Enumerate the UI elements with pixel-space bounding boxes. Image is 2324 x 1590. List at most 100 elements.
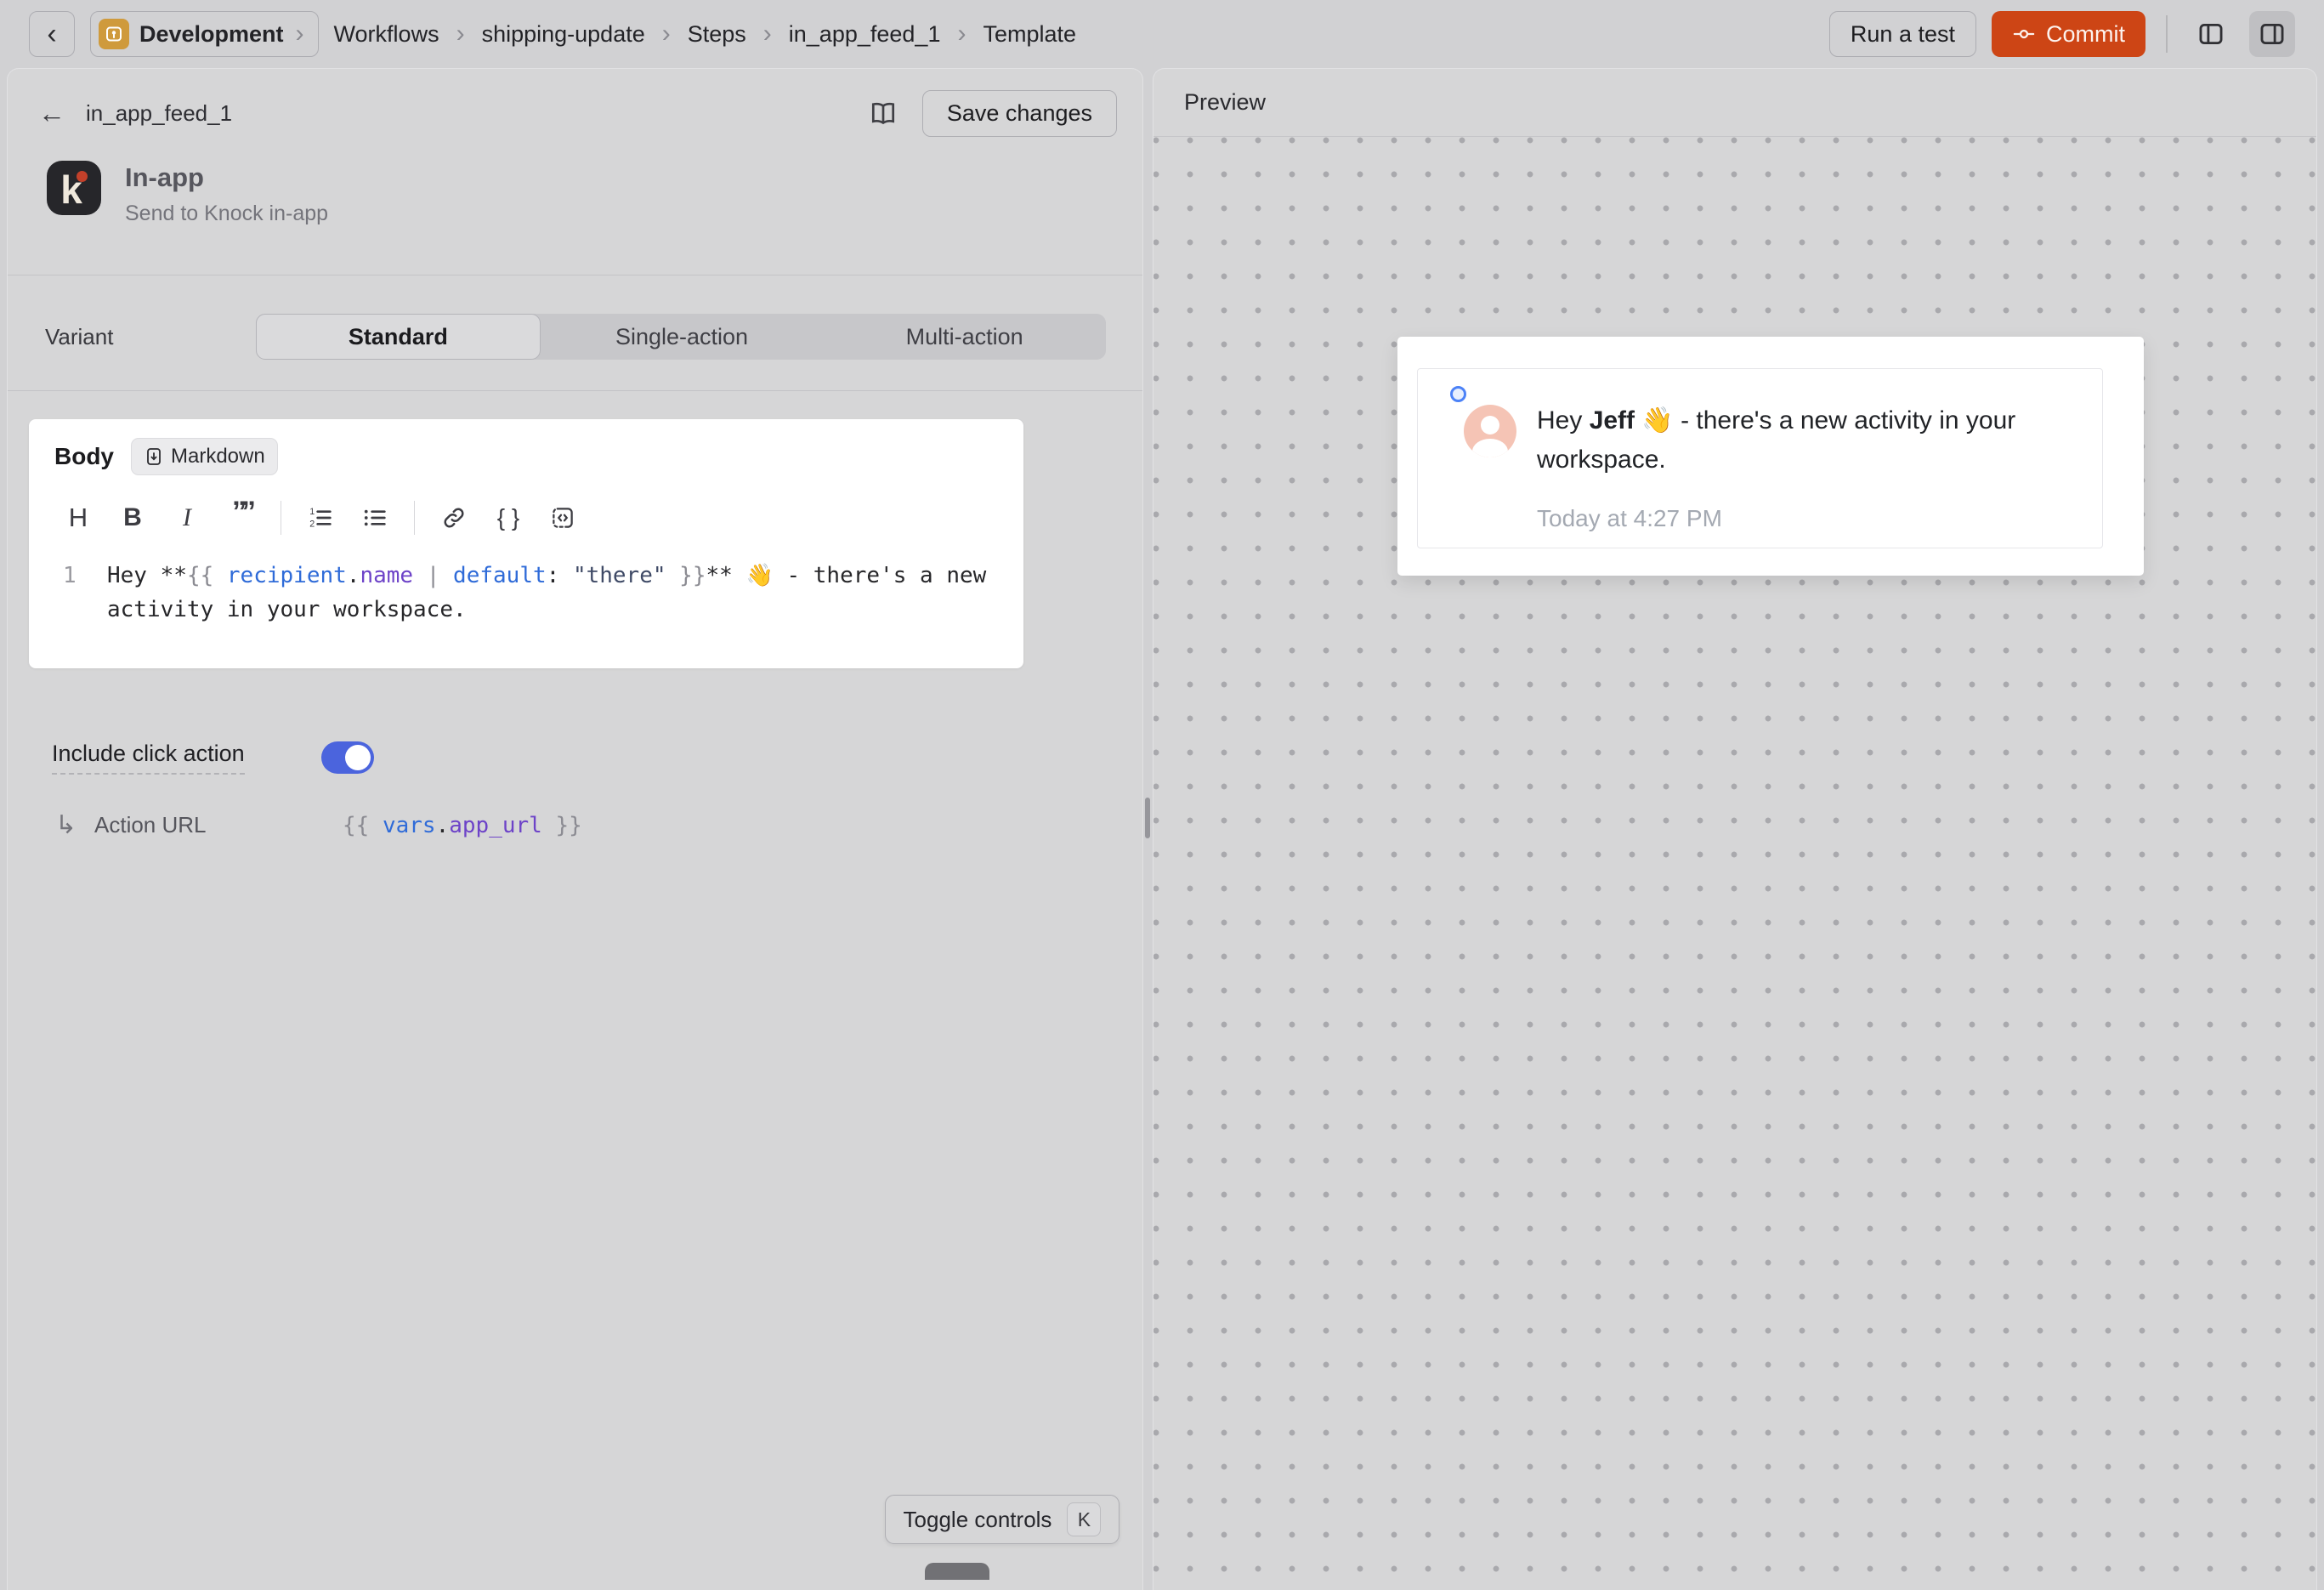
save-changes-button[interactable]: Save changes — [922, 90, 1117, 137]
markdown-file-icon — [144, 446, 164, 467]
bullet-list-button[interactable] — [351, 497, 399, 538]
commit-button[interactable]: Commit — [1992, 11, 2145, 57]
breadcrumb-workflow-name[interactable]: shipping-update — [482, 21, 645, 48]
chevron-right-icon: › — [455, 20, 467, 48]
step-name: in_app_feed_1 — [86, 100, 232, 127]
ordered-list-button[interactable]: 1 2 — [297, 497, 344, 538]
breadcrumb-template[interactable]: Template — [983, 21, 1076, 48]
variant-label: Variant — [45, 324, 113, 350]
channel-info: k In-app Send to Knock in-app — [47, 161, 328, 226]
environment-icon — [99, 19, 129, 49]
template-editor-panel: ← in_app_feed_1 Save changes k In-app Se… — [7, 68, 1143, 1590]
breadcrumb-steps[interactable]: Steps — [688, 21, 746, 48]
corner-arrow-icon: ↳ — [55, 810, 94, 840]
variant-option-single-action[interactable]: Single-action — [541, 314, 824, 360]
code-token: ** — [706, 563, 732, 588]
heading-button[interactable]: H — [54, 497, 102, 538]
blockquote-button[interactable]: ”” — [218, 497, 265, 538]
editor-header: ← in_app_feed_1 Save changes — [8, 69, 1142, 157]
toggle-controls-button[interactable]: Toggle controls K — [885, 1495, 1119, 1544]
knock-logo-dot — [77, 171, 88, 182]
feed-preview-container: Hey Jeff 👋 - there's a new activity in y… — [1397, 337, 2144, 576]
svg-text:2: 2 — [309, 520, 315, 530]
chevron-right-icon: › — [294, 20, 306, 48]
include-click-action-toggle[interactable] — [321, 741, 374, 774]
bold-button[interactable]: B — [109, 497, 156, 538]
code-token: ** — [161, 563, 187, 588]
code-token: }} — [542, 813, 582, 838]
commit-label: Commit — [2046, 21, 2125, 48]
format-badge-label: Markdown — [171, 445, 265, 468]
breadcrumb-workflows[interactable]: Workflows — [334, 21, 439, 48]
message-recipient-name: Jeff — [1590, 406, 1635, 434]
right-panel-icon — [2258, 20, 2287, 48]
notification-card[interactable]: Hey Jeff 👋 - there's a new activity in y… — [1417, 368, 2103, 548]
message-prefix: Hey — [1537, 406, 1590, 434]
body-editor-card: Body Markdown H B I ”” 1 — [29, 419, 1023, 668]
unread-indicator-dot — [1450, 386, 1466, 402]
notification-timestamp: Today at 4:27 PM — [1537, 505, 2073, 532]
variant-option-standard[interactable]: Standard — [256, 314, 541, 360]
preview-header: Preview — [1153, 69, 2316, 137]
notification-row: Hey Jeff 👋 - there's a new activity in y… — [1464, 401, 2073, 480]
code-token: Hey — [107, 563, 161, 588]
panel-resize-handle[interactable] — [1145, 798, 1150, 838]
toggle-right-panel-button[interactable] — [2249, 11, 2295, 57]
avatar-head — [1481, 416, 1499, 434]
code-editor: 1 Hey **{{ recipient.name | default: "th… — [54, 559, 998, 627]
environment-switcher[interactable]: Development › — [90, 11, 319, 57]
bullet-list-icon — [361, 504, 388, 531]
git-commit-icon — [2012, 22, 2036, 46]
code-block-icon — [550, 505, 575, 531]
include-click-action-label: Include click action — [52, 741, 245, 775]
chevron-right-icon: › — [660, 20, 672, 48]
keyboard-shortcut-badge: K — [1067, 1502, 1101, 1536]
breadcrumb-step-name[interactable]: in_app_feed_1 — [789, 21, 941, 48]
code-token — [413, 563, 427, 588]
format-badge-markdown[interactable]: Markdown — [131, 438, 278, 475]
avatar-shoulders — [1472, 439, 1508, 457]
bottom-cutoff-element — [925, 1563, 989, 1580]
run-a-test-button[interactable]: Run a test — [1829, 11, 1976, 57]
editor-toolbar: H B I ”” 1 2 — [54, 497, 998, 538]
code-block-button[interactable] — [539, 497, 587, 538]
body-editor-header: Body Markdown — [54, 436, 998, 477]
svg-text:1: 1 — [309, 507, 315, 517]
preview-canvas: Hey Jeff 👋 - there's a new activity in y… — [1153, 137, 2316, 1590]
channel-title: In-app — [125, 162, 328, 193]
code-token: {{ — [343, 813, 383, 838]
variant-option-label: Single-action — [615, 324, 748, 350]
action-url-label: Action URL — [94, 812, 298, 838]
link-button[interactable] — [430, 497, 478, 538]
line-number: 1 — [54, 559, 107, 627]
variant-segmented-control: Standard Single-action Multi-action — [256, 314, 1106, 360]
italic-button[interactable]: I — [163, 497, 211, 538]
toggle-left-panel-button[interactable] — [2188, 11, 2234, 57]
action-url-input[interactable]: {{ vars.app_url }} — [343, 813, 582, 838]
body-code-input[interactable]: Hey **{{ recipient.name | default: "ther… — [107, 559, 991, 627]
include-click-action-row: Include click action — [52, 741, 374, 775]
variable-braces-button[interactable]: { } — [485, 497, 532, 538]
environment-label: Development — [139, 21, 284, 48]
toggle-knob — [345, 745, 371, 770]
chevron-right-icon: › — [762, 20, 774, 48]
run-a-test-label: Run a test — [1851, 21, 1955, 48]
toolbar-divider — [414, 501, 415, 535]
section-divider — [8, 390, 1142, 391]
toggle-controls-label: Toggle controls — [904, 1507, 1052, 1533]
code-token: {{ — [187, 563, 227, 588]
code-token: . — [347, 563, 360, 588]
notification-message: Hey Jeff 👋 - there's a new activity in y… — [1537, 401, 2073, 480]
variant-option-label: Multi-action — [906, 324, 1023, 350]
docs-button[interactable] — [864, 94, 902, 132]
back-chevron-icon: ‹ — [47, 18, 56, 51]
back-button[interactable]: ‹ — [29, 11, 75, 57]
code-token: . — [436, 813, 450, 838]
code-token: }} — [679, 563, 706, 588]
back-arrow-icon[interactable]: ← — [38, 99, 65, 127]
variant-option-multi-action[interactable]: Multi-action — [823, 314, 1106, 360]
link-icon — [441, 505, 467, 531]
code-token: | — [427, 563, 440, 588]
action-url-row: ↳ Action URL {{ vars.app_url }} — [55, 810, 582, 840]
code-token — [439, 563, 453, 588]
